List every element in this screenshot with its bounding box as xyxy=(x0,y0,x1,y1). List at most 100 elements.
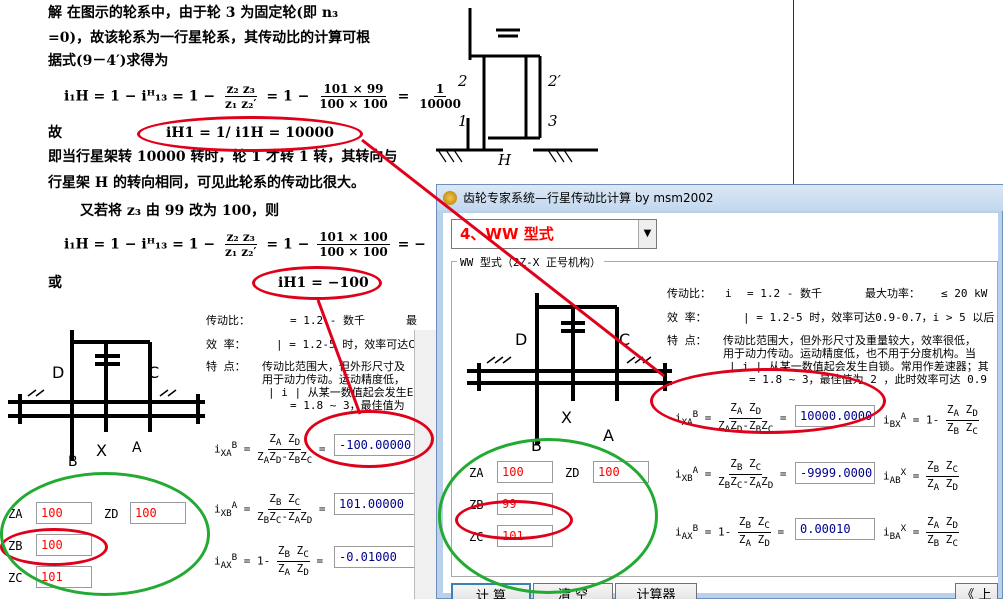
lower-zb-input[interactable]: 100 xyxy=(36,534,92,556)
calculator-button[interactable]: 计算器 xyxy=(615,583,697,599)
power-label: 最大功率： xyxy=(865,287,920,300)
type-select[interactable]: 4、WW 型式 ▼ xyxy=(451,219,657,249)
book-huo: 或 xyxy=(48,275,62,291)
eff-value: | = 1.2-5 时，效率可达0.9-0.7，i > 5 以后 xyxy=(743,311,995,324)
book-eq2: iH1 = 1/ i1H = 10000 xyxy=(166,125,334,141)
lower-zc-input[interactable]: 101 xyxy=(36,566,92,588)
eq3-frac2: 101 × 100 100 × 100 xyxy=(317,230,390,259)
zb-label: ZB xyxy=(469,498,484,512)
book-para2-line2: 行星架 H 的转向相同，可见此轮系的传动比很大。 xyxy=(48,175,365,191)
power-value: ≤ 20 kW xyxy=(941,287,988,300)
ratio-label: 传动比： xyxy=(667,287,711,300)
iAX-result[interactable]: 0.00010 xyxy=(795,518,875,540)
book-eq4: iH1 = −100 xyxy=(278,275,369,291)
lower-feat-line1: 传动比范围大，但外形尺寸及 xyxy=(262,360,405,373)
book-gu: 故 xyxy=(48,125,62,141)
za-input[interactable]: 100 xyxy=(497,461,553,483)
chevron-down-icon[interactable]: ▼ xyxy=(638,220,656,248)
ww-group-label: WW 型式（2Z-X 正号机构） xyxy=(457,254,604,270)
zc-input[interactable]: 101 xyxy=(497,525,553,547)
diag-C: C xyxy=(619,330,630,349)
lower-eff-label: 效 率： xyxy=(206,338,246,351)
lower-formula-iXA: iXAB = ZA ZD ZAZD-ZBZC = xyxy=(214,432,326,467)
iXA-result[interactable]: 10000.0000 xyxy=(795,405,875,427)
ratio-value: = 1.2 - 数千 xyxy=(747,287,822,300)
diag-B: B xyxy=(531,436,542,453)
window-body: 4、WW 型式 ▼ WW 型式（2Z-X 正号机构） D C X B A 传动比… xyxy=(443,213,998,599)
lower-za-label: ZA xyxy=(8,507,23,521)
formula-iAB: iABX = ZB ZC ZA ZD xyxy=(883,459,959,494)
eq1-frac2: 101 × 99 100 × 100 xyxy=(319,82,388,111)
zc-label: ZC xyxy=(469,530,484,544)
formula-iBX-tail: = 1- xyxy=(912,413,940,427)
lower-diag-D: D xyxy=(52,363,64,382)
eq1-eq: = xyxy=(397,88,410,105)
formula-iAX: iAXB = 1- ZB ZC ZA ZD = xyxy=(675,515,785,550)
zb-input[interactable]: 99 xyxy=(497,493,553,515)
lower-diag-B: B xyxy=(68,454,78,470)
lower-za-input[interactable]: 100 xyxy=(36,502,92,524)
diag-A: A xyxy=(603,426,614,445)
iXB-result[interactable]: -9999.0000 xyxy=(795,462,875,484)
type-select-value: 4、WW 型式 xyxy=(460,225,554,243)
app-icon xyxy=(443,191,457,205)
fig-label-1: 1 xyxy=(458,112,468,130)
lower-formula-iAX: iAXB = 1- ZB ZC ZA ZD = xyxy=(214,544,324,579)
lower-ratio-value: = 1.2 - 数千 xyxy=(290,314,365,327)
feat-line1: 传动比范围大，但外形尺寸及重量较大，效率很低， xyxy=(723,334,976,347)
clear-button[interactable]: 清 空 xyxy=(533,583,613,599)
lower-eff-value: | = 1.2-5 时，效率可达C xyxy=(276,338,415,351)
lower-zc-label: ZC xyxy=(8,571,23,585)
book-para1-line1: 解 在图示的轮系中，由于轮 3 为固定轮(即 n₃ xyxy=(48,5,339,21)
feat-line2: 用于动力传动。运动精度低，也不用于分度机构。当 xyxy=(723,347,976,360)
ratio-sym: i xyxy=(725,287,732,300)
lower-formula-iXB: iXBA = ZB ZC ZBZC-ZAZD = xyxy=(214,492,326,527)
lower-window-edge xyxy=(414,330,436,599)
gear-expert-window: 齿轮专家系统—行星传动比计算 by msm2002 4、WW 型式 ▼ WW 型… xyxy=(436,184,1003,599)
formula-iBA: iBAX = ZA ZD ZB ZC xyxy=(883,515,959,550)
feat-label: 特 点： xyxy=(667,334,707,347)
ww-gear-diagram: D C X B A xyxy=(467,293,672,453)
book-gear-diagram: 2 2′ 1 3 H xyxy=(436,8,598,169)
feat-line4: = 1.8 ~ 3，最佳值为 2 ，此时效率可达 0.9 xyxy=(749,373,987,386)
book-para1-line2: =0)，故该轮系为一行星轮系，其传动比的计算可根 xyxy=(48,30,371,46)
lower-ratio-label: 传动比： xyxy=(206,314,250,327)
book-para3: 又若将 z₃ 由 99 改为 100，则 xyxy=(80,203,280,219)
diag-D: D xyxy=(515,330,527,349)
fig-label-H: H xyxy=(497,151,512,169)
fig-label-2p: 2′ xyxy=(547,72,562,90)
eq3-eq: = − xyxy=(397,236,426,253)
feat-line3: | i | 从某一数值起会发生自锁。常用作差速器；其 xyxy=(729,360,989,373)
lower-diag-C: C xyxy=(148,363,159,382)
lower-iXB-result[interactable]: 101.00000 xyxy=(334,493,416,515)
lower-feat-label: 特 点： xyxy=(206,360,246,373)
previous-button[interactable]: 《 上 xyxy=(955,583,998,599)
eq3-lhs: i₁H = 1 − iᴴ₁₃ = 1 − xyxy=(64,236,216,253)
eq1-lhs: i₁H = 1 − iᴴ₁₃ = 1 − xyxy=(64,88,216,105)
fig-label-3: 3 xyxy=(548,112,558,130)
calculate-button[interactable]: 计 算 xyxy=(451,583,531,599)
lower-diag-X: X xyxy=(96,441,107,460)
eff-label: 效 率： xyxy=(667,311,707,324)
page-divider xyxy=(793,0,794,190)
eq3-frac1: z₂ z₃ z₁ z₂′ xyxy=(224,230,257,259)
eq3-mid: = 1 − xyxy=(266,236,310,253)
fig-label-2: 2 xyxy=(457,72,468,90)
formula-iXB: iXBA = ZB ZC ZBZC-ZAZD = xyxy=(675,457,787,492)
window-titlebar[interactable]: 齿轮专家系统—行星传动比计算 by msm2002 xyxy=(437,185,1003,211)
lower-zb-label: ZB xyxy=(8,539,23,553)
book-para1-line3: 据式(9－4′)求得为 xyxy=(48,53,169,69)
zd-input[interactable]: 100 xyxy=(593,461,649,483)
window-title: 齿轮专家系统—行星传动比计算 by msm2002 xyxy=(463,191,714,205)
eq1-frac1: z₂ z₃ z₁ z₂′ xyxy=(224,82,257,111)
lower-power-label: 最 xyxy=(406,314,417,327)
eq1-mid: = 1 − xyxy=(266,88,310,105)
lower-iXA-result[interactable]: -100.00000 xyxy=(334,434,416,456)
zd-label: ZD xyxy=(565,466,580,480)
book-para2-line1: 即当行星架转 10000 转时，轮 1 才转 1 转，其转向与 xyxy=(48,149,398,165)
book-eq3: i₁H = 1 − iᴴ₁₃ = 1 − z₂ z₃ z₁ z₂′ = 1 − 1… xyxy=(64,230,466,259)
lower-zd-input[interactable]: 100 xyxy=(130,502,186,524)
lower-feat-line4: = 1.8 ~ 3，最佳值为 xyxy=(290,399,405,412)
lower-window-crop: D C X B A 传动比： = 1.2 - 数千 最 效 率： | = 1.2… xyxy=(0,300,436,599)
lower-iAX-result[interactable]: -0.01000 xyxy=(334,546,416,568)
